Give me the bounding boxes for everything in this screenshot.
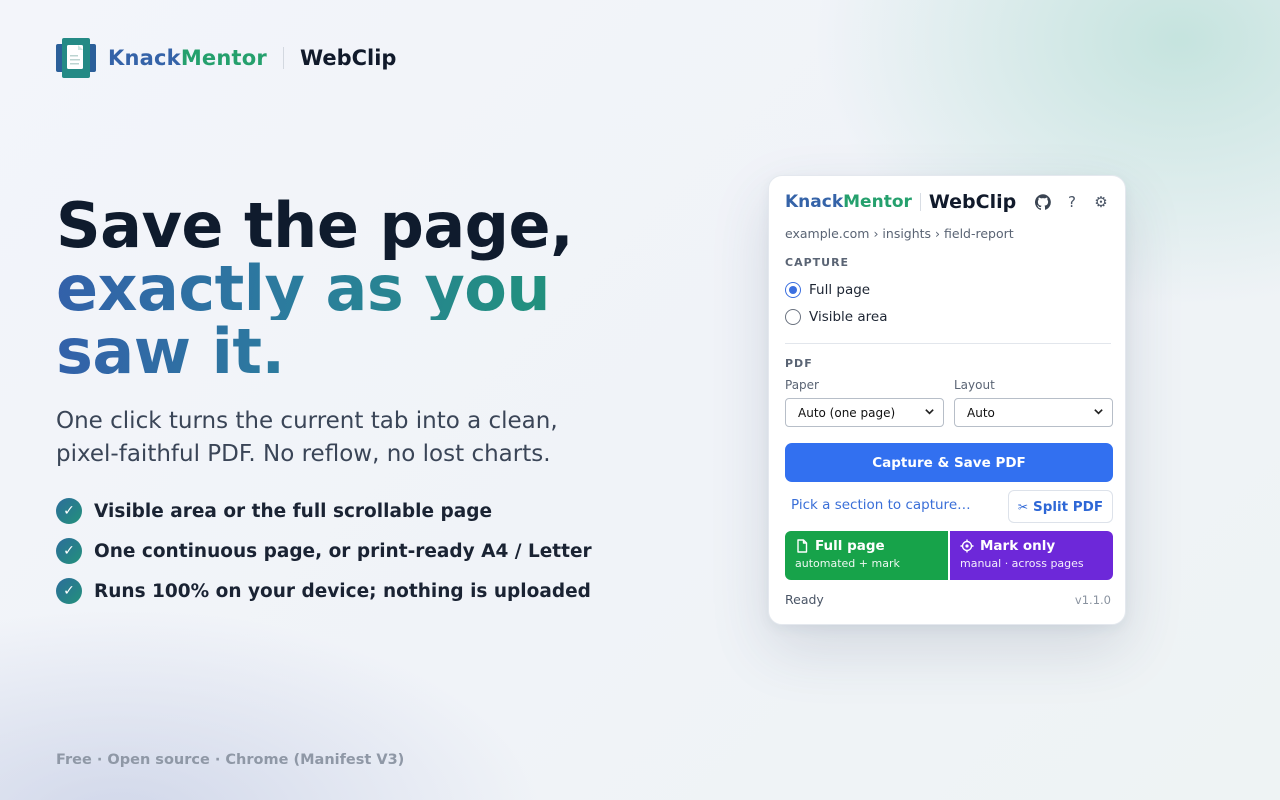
hero-title-line1: Save the page, bbox=[56, 189, 574, 262]
extension-popup: KnackMentor WebClip ? ⚙ example.com › in… bbox=[768, 175, 1126, 625]
radio-full-page-label: Full page bbox=[809, 282, 871, 298]
hero-title-line2: exactly as you bbox=[56, 257, 676, 320]
popup-header: KnackMentor WebClip ? ⚙ bbox=[785, 190, 1111, 214]
mode-mark-only-title-row: Mark only bbox=[960, 538, 1113, 554]
footer-note: Free · Open source · Chrome (Manifest V3… bbox=[56, 752, 405, 768]
feature-item: ✓ One continuous page, or print-ready A4 … bbox=[56, 538, 592, 564]
feature-text: Runs 100% on your device; nothing is upl… bbox=[94, 580, 591, 602]
brand-divider bbox=[282, 47, 284, 69]
paper-select-value: Auto (one page) bbox=[798, 405, 896, 420]
radio-visible-area-label: Visible area bbox=[809, 309, 888, 325]
feature-list: ✓ Visible area or the full scrollable pag… bbox=[56, 498, 592, 618]
check-icon: ✓ bbox=[56, 498, 82, 524]
mode-mark-only-subtitle: manual · across pages bbox=[960, 557, 1084, 570]
mode-full-page-button[interactable]: Full page automated + mark bbox=[785, 531, 948, 580]
split-pdf-button[interactable]: ✂ Split PDF bbox=[1008, 490, 1113, 523]
popup-brand: KnackMentor bbox=[785, 192, 912, 212]
crosshair-icon bbox=[960, 539, 974, 553]
check-icon: ✓ bbox=[56, 578, 82, 604]
brand-header: KnackMentor WebClip bbox=[56, 38, 396, 78]
mode-full-page-subtitle: automated + mark bbox=[795, 557, 900, 570]
feature-item: ✓ Visible area or the full scrollable pag… bbox=[56, 498, 592, 524]
check-icon: ✓ bbox=[56, 538, 82, 564]
hero-subtitle: One click turns the current tab into a c… bbox=[56, 408, 558, 467]
radio-visible-area-control[interactable] bbox=[785, 309, 801, 325]
hero-title-line3: saw it. bbox=[56, 320, 676, 383]
capture-save-pdf-button[interactable]: Capture & Save PDF bbox=[785, 443, 1113, 482]
status-text: Ready bbox=[785, 592, 824, 607]
capture-section-label: CAPTURE bbox=[785, 256, 850, 269]
radio-full-page-control[interactable] bbox=[785, 282, 801, 298]
layout-select-value: Auto bbox=[967, 405, 995, 420]
layout-label: Layout bbox=[954, 378, 995, 392]
popup-header-actions: ? ⚙ bbox=[1024, 192, 1111, 212]
pdf-section-label: PDF bbox=[785, 357, 813, 370]
hero-title: Save the page, exactly as you saw it. bbox=[56, 194, 676, 383]
section-divider bbox=[785, 343, 1111, 344]
chevron-down-icon bbox=[924, 406, 935, 420]
help-icon[interactable]: ? bbox=[1062, 192, 1082, 212]
feature-item: ✓ Runs 100% on your device; nothing is up… bbox=[56, 578, 592, 604]
feature-text: Visible area or the full scrollable page bbox=[94, 500, 493, 522]
mode-mark-only-title: Mark only bbox=[980, 538, 1056, 554]
radio-visible-area[interactable]: Visible area bbox=[785, 309, 888, 325]
paper-select[interactable]: Auto (one page) bbox=[785, 398, 944, 427]
chevron-down-icon bbox=[1093, 406, 1104, 420]
brand-name-part1: Knack bbox=[108, 46, 181, 70]
popup-brand-part2: Mentor bbox=[843, 192, 912, 212]
page-breadcrumb: example.com › insights › field-report bbox=[785, 226, 1014, 241]
hero: Save the page, exactly as you saw it. On… bbox=[56, 194, 676, 471]
paper-label: Paper bbox=[785, 378, 819, 392]
mode-full-page-title-row: Full page bbox=[795, 538, 948, 554]
scissors-icon: ✂ bbox=[1017, 499, 1028, 514]
version-label: v1.1.0 bbox=[1074, 593, 1111, 607]
split-pdf-label: Split PDF bbox=[1032, 498, 1104, 515]
popup-product-name: WebClip bbox=[928, 191, 1017, 213]
github-icon[interactable] bbox=[1033, 192, 1053, 212]
document-logo-icon bbox=[56, 38, 96, 78]
brand-name-part2: Mentor bbox=[180, 46, 267, 70]
gear-icon[interactable]: ⚙ bbox=[1091, 192, 1111, 212]
file-icon bbox=[797, 539, 808, 553]
layout-select[interactable]: Auto bbox=[954, 398, 1113, 427]
radio-full-page[interactable]: Full page bbox=[785, 282, 870, 298]
feature-text: One continuous page, or print-ready A4 /… bbox=[94, 540, 592, 562]
popup-brand-part1: Knack bbox=[785, 192, 844, 212]
popup-brand-divider bbox=[919, 193, 921, 211]
mode-full-page-title: Full page bbox=[815, 538, 885, 554]
brand-name: KnackMentor bbox=[108, 46, 267, 70]
product-name: WebClip bbox=[299, 46, 397, 70]
mode-mark-only-button[interactable]: Mark only manual · across pages bbox=[950, 531, 1113, 580]
pick-section-link[interactable]: Pick a section to capture… bbox=[791, 497, 971, 513]
